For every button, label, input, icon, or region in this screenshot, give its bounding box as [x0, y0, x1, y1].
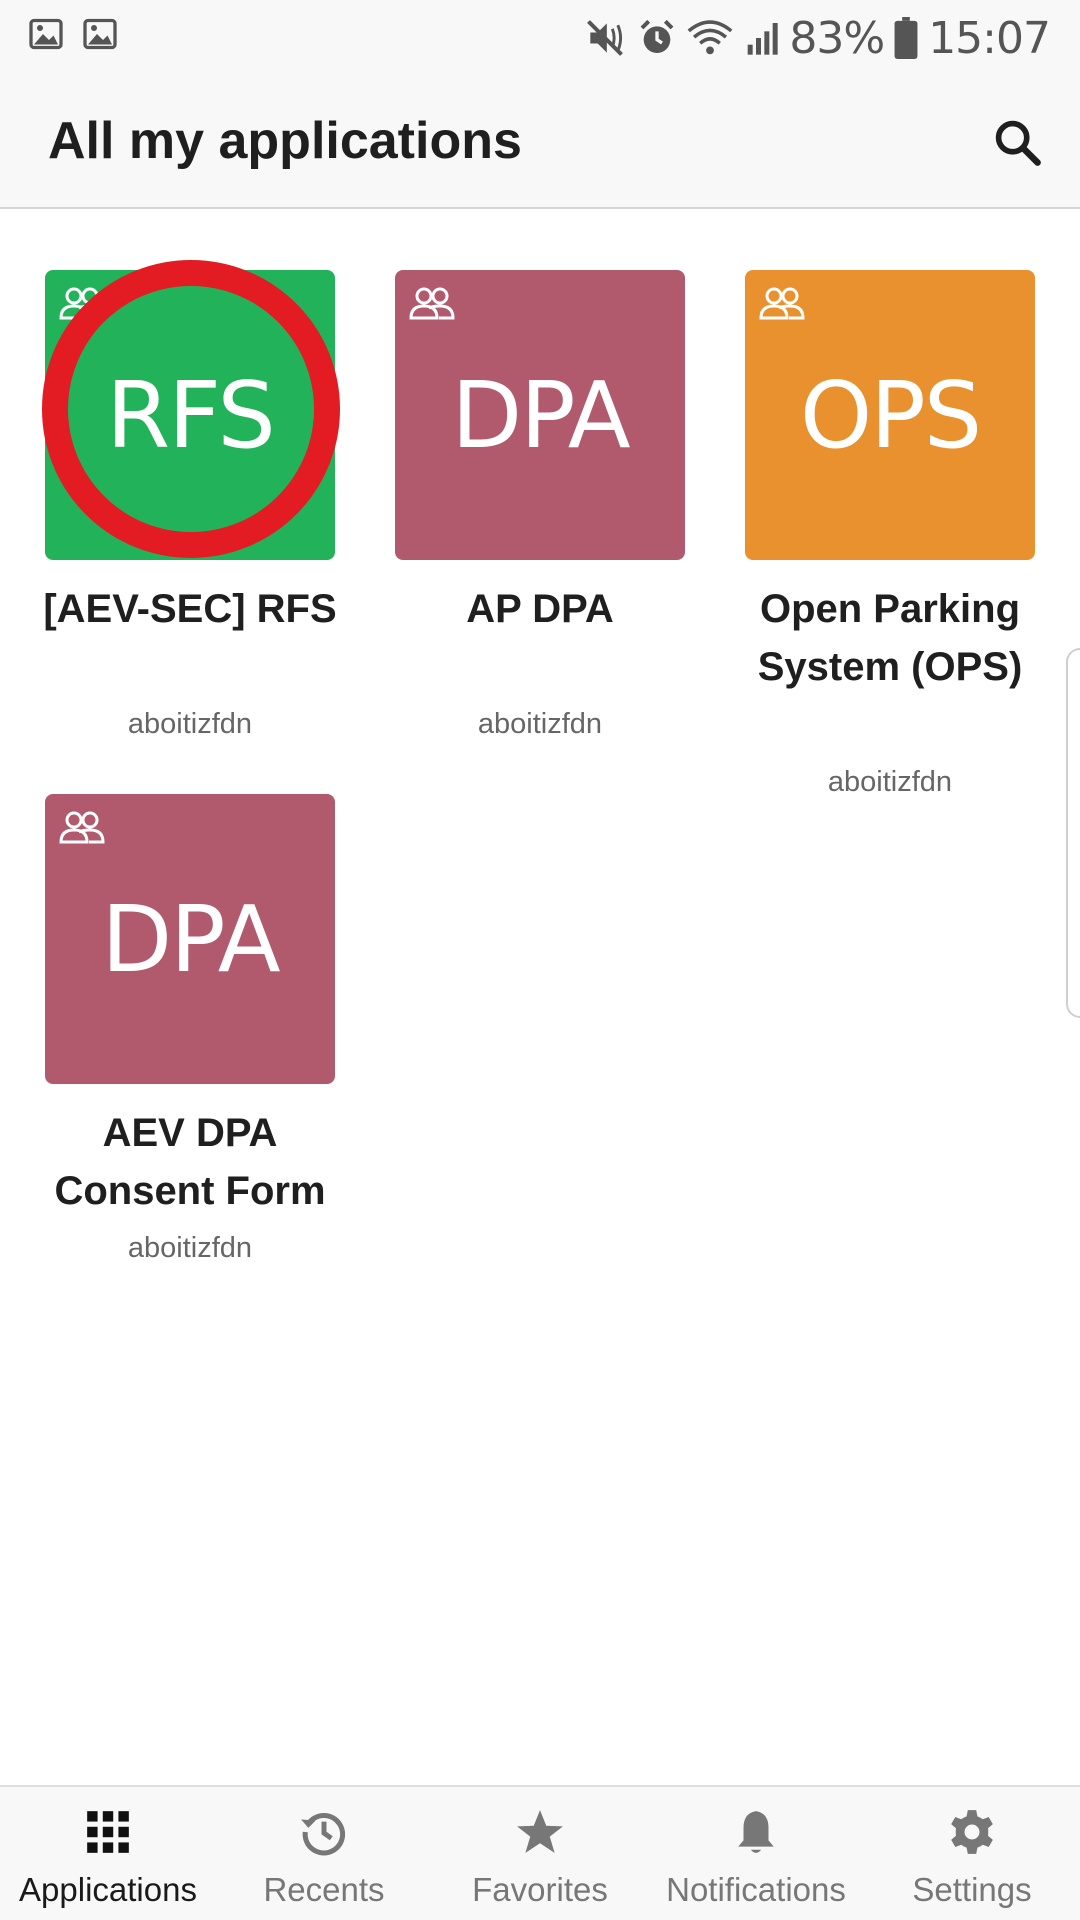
app-owner: aboitizfdn [127, 1232, 253, 1264]
app-abbreviation: DPA [101, 885, 280, 993]
app-header: All my applications [0, 75, 1080, 209]
nav-label: Applications [19, 1871, 197, 1908]
app-tile[interactable]: DPA [45, 794, 335, 1084]
scroll-handle[interactable] [1066, 648, 1080, 1018]
image-icon [29, 18, 63, 50]
nav-applications[interactable]: Applications [0, 1787, 216, 1920]
signal-icon [748, 23, 779, 55]
app-owner: aboitizfdn [127, 708, 253, 740]
nav-label: Favorites [472, 1871, 608, 1908]
app-name: AP DPA [466, 587, 614, 631]
bottom-navigation: Applications Recents Favorites Notificat… [0, 1785, 1080, 1920]
status-bar-system: 83% 15:07 [583, 10, 1051, 66]
nav-recents[interactable]: Recents [216, 1787, 432, 1920]
battery-level: 83% [789, 12, 885, 64]
grid-icon [87, 1811, 129, 1853]
nav-label: Recents [263, 1871, 385, 1908]
app-tile[interactable]: OPS [745, 270, 1035, 560]
status-bar: 83% 15:07 [0, 0, 1080, 75]
status-bar-notifications [28, 16, 118, 52]
app-tile[interactable]: DPA [395, 270, 685, 560]
nav-favorites[interactable]: Favorites [432, 1787, 648, 1920]
app-name: AEV DPA Consent Form [54, 1111, 326, 1213]
nav-notifications[interactable]: Notifications [648, 1787, 864, 1920]
nav-label: Notifications [666, 1871, 846, 1908]
app-card-ops[interactable]: OPS Open Parking System (OPS) aboitizfdn [700, 270, 1050, 798]
wifi-icon [688, 20, 733, 55]
clock: 15:07 [928, 12, 1051, 64]
app-card-aev-dpa[interactable]: DPA AEV DPA Consent Form aboitizfdn [0, 794, 350, 1264]
search-icon [995, 120, 1041, 166]
app-abbreviation: DPA [451, 361, 630, 469]
image-icon [83, 18, 117, 50]
star-icon [517, 1810, 563, 1853]
app-owner: aboitizfdn [477, 708, 603, 740]
gear-icon [951, 1810, 993, 1854]
history-icon [301, 1812, 346, 1856]
app-card-ap-dpa[interactable]: DPA AP DPA aboitizfdn [350, 270, 700, 740]
mute-icon [587, 20, 624, 56]
app-name: [AEV-SEC] RFS [43, 587, 337, 631]
page-title: All my applications [48, 112, 522, 170]
app-abbreviation: OPS [799, 361, 982, 469]
app-owner: aboitizfdn [827, 766, 953, 798]
nav-settings[interactable]: Settings [864, 1787, 1080, 1920]
app-name: Open Parking System (OPS) [757, 587, 1023, 689]
search-button[interactable] [982, 107, 1052, 177]
app-abbreviation: RFS [106, 361, 276, 469]
bell-icon [738, 1811, 774, 1853]
battery-icon [894, 17, 918, 59]
nav-label: Settings [912, 1871, 1032, 1908]
alarm-icon [640, 19, 674, 53]
applications-grid: [AEV-SEC] RFS aboitizfdn DPA AP DPA aboi… [0, 210, 1080, 1785]
